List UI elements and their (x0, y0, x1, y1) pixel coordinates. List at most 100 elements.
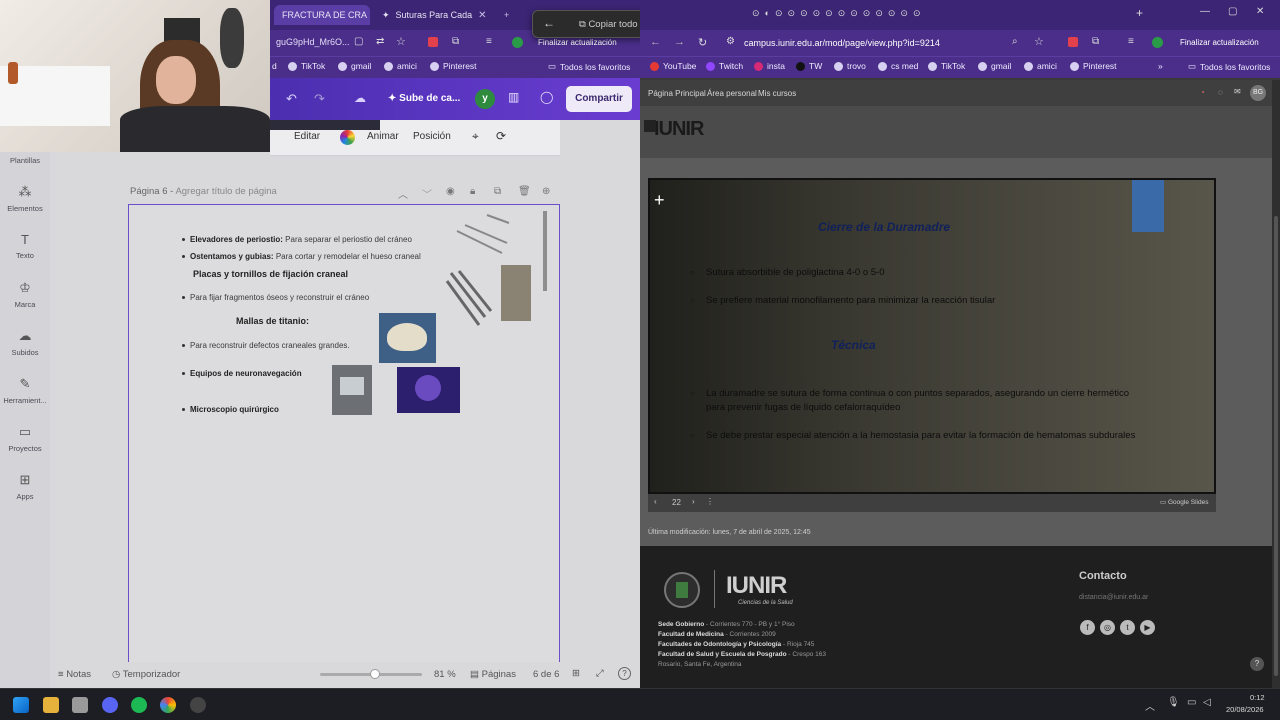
duplicate-icon[interactable]: ⧉ (494, 186, 501, 197)
page-scrollbar[interactable] (1272, 80, 1280, 688)
back-arrow-icon[interactable]: ← (543, 16, 555, 30)
new-tab-button[interactable]: + (1136, 6, 1143, 20)
nav-personal-area[interactable]: Área personal (707, 89, 757, 98)
file-explorer-icon[interactable] (43, 697, 59, 713)
more-bookmarks-icon[interactable]: » (1158, 61, 1163, 71)
messages-icon[interactable]: ◌ (1218, 88, 1223, 97)
comment-icon[interactable]: ◯ (540, 90, 553, 104)
maximize-button[interactable]: ▢ (1228, 6, 1237, 17)
share-button[interactable]: Compartir (566, 86, 632, 112)
nav-my-courses[interactable]: Mis cursos (758, 89, 796, 98)
next-slide-icon[interactable]: › (692, 497, 695, 506)
bookmark-pinterest[interactable]: Pinterest (1070, 61, 1117, 71)
sidebar-item-tools[interactable]: ✎ Herramient... (0, 376, 50, 405)
extensions-puzzle-icon[interactable]: ⧉ (452, 36, 459, 47)
obs-icon[interactable] (190, 697, 206, 713)
paint-format-icon[interactable]: ⌖ (472, 129, 479, 144)
bookmark-trovo[interactable]: trovo (834, 61, 866, 71)
timer-button[interactable]: ◷ Temporizador (112, 669, 180, 680)
sidebar-item-brand[interactable]: ♔ Marca (0, 280, 50, 309)
star-icon[interactable]: ☆ (396, 35, 406, 48)
page-title-input[interactable]: Agregar título de página (175, 186, 276, 197)
bookmark-tw[interactable]: TW (796, 61, 822, 71)
store-icon[interactable] (72, 697, 88, 713)
redo-icon[interactable]: ↷ (314, 91, 325, 107)
tray-chevron-icon[interactable]: ︿ (1145, 698, 1155, 713)
save-status[interactable]: ✦ Sube de ca... (388, 93, 460, 104)
eye-icon[interactable]: ◉ (446, 186, 455, 197)
bookmark-tiktok[interactable]: TikTok (288, 61, 325, 71)
profile-avatar[interactable] (1152, 37, 1163, 48)
pages-button[interactable]: ▤ Páginas (470, 669, 516, 680)
update-button[interactable]: Finalizar actualización (1180, 38, 1259, 47)
site-info-icon[interactable]: ⚙ (726, 36, 735, 47)
bookmark-amici[interactable]: amici (1024, 61, 1057, 71)
color-wheel-icon[interactable] (340, 130, 355, 145)
extension-icon[interactable] (428, 37, 438, 47)
chevron-up-icon[interactable]: ︿ (398, 186, 408, 201)
reading-list-icon[interactable]: ≡ (486, 36, 492, 47)
sidebar-item-apps[interactable]: ⊞ Apps (0, 472, 50, 501)
sidebar-item-projects[interactable]: ▭ Proyectos (0, 424, 50, 453)
clock-date[interactable]: 20/08/2026 (1226, 705, 1264, 714)
profile-avatar[interactable] (512, 37, 523, 48)
zoom-level[interactable]: 81 % (434, 669, 456, 680)
notification-bell-icon[interactable]: ◔ (1200, 88, 1205, 97)
gouge-image[interactable] (501, 265, 531, 321)
neuronavigation-image[interactable] (332, 365, 372, 415)
slide-canvas[interactable]: Elevadores de periostio: Para separar el… (128, 204, 560, 664)
bookmark-pinterest[interactable]: Pinterest (430, 61, 477, 71)
reload-icon[interactable]: ↻ (698, 36, 707, 49)
nav-home[interactable]: Página Principal (648, 89, 706, 98)
bookmark-insta[interactable]: insta (754, 61, 785, 71)
scrollbar-thumb[interactable] (1274, 216, 1278, 676)
zoom-icon[interactable]: ⌕ (1012, 36, 1018, 47)
back-icon[interactable]: ← (650, 36, 661, 48)
cloud-save-icon[interactable]: ☁ (354, 91, 366, 105)
translate-icon[interactable]: ⇄ (376, 36, 384, 47)
microscope-image[interactable] (397, 367, 460, 413)
iunir-logo[interactable]: IUNIR (654, 118, 704, 141)
facebook-icon[interactable]: f (1080, 620, 1095, 635)
youtube-icon[interactable]: ▶ (1140, 620, 1155, 635)
user-avatar[interactable]: BG (1250, 85, 1266, 101)
fullscreen-icon[interactable]: ⤢ (596, 668, 604, 679)
grid-view-icon[interactable]: ⊞ (572, 668, 580, 679)
lock-icon[interactable]: 🔒︎ (470, 186, 475, 197)
url-input[interactable]: campus.iunir.edu.ar/mod/page/view.php?id… (744, 38, 940, 48)
instruments-image[interactable] (447, 211, 517, 261)
page-info-icon[interactable]: ▢ (354, 36, 363, 47)
google-slides-link[interactable]: ▭ Google Slides (1160, 498, 1208, 506)
network-icon[interactable]: ▭ (1187, 697, 1196, 708)
sidebar-item-elements[interactable]: ⁂ Elementos (0, 184, 50, 213)
minimize-button[interactable]: — (1200, 6, 1210, 17)
extension-icon[interactable] (1068, 37, 1078, 47)
prev-slide-icon[interactable]: ‹ (654, 497, 657, 506)
trash-icon[interactable]: 🗑︎ (518, 186, 531, 197)
update-button[interactable]: Finalizar actualización (538, 38, 617, 47)
bookmark-youtube[interactable]: YouTube (650, 61, 696, 71)
help-icon[interactable]: ? (618, 667, 631, 680)
spotify-icon[interactable] (131, 697, 147, 713)
zoom-slider-handle[interactable] (370, 669, 380, 679)
all-bookmarks[interactable]: ▭ Todos los favoritos (1188, 61, 1270, 72)
instagram-icon[interactable]: ◎ (1100, 620, 1115, 635)
twitter-icon[interactable]: t (1120, 620, 1135, 635)
tab-fractura[interactable]: FRACTURA DE CRA ✕ (274, 5, 370, 25)
volume-icon[interactable]: ◁ (1203, 697, 1211, 708)
bookmark-partial[interactable]: d (272, 61, 277, 71)
user-avatar[interactable]: y (475, 89, 495, 109)
tab-suturas[interactable]: ✦ Suturas Para Cada ✕ (374, 5, 494, 25)
bookmark-gmail[interactable]: gmail (338, 61, 371, 71)
zoom-slider[interactable] (320, 669, 422, 679)
new-tab-button[interactable]: + (496, 5, 517, 25)
slide-menu-icon[interactable]: ⋮ (706, 497, 714, 506)
bookmark-csmed[interactable]: cs med (878, 61, 918, 71)
titanium-mesh-image[interactable] (379, 313, 436, 363)
elevators-image[interactable] (445, 267, 497, 329)
bookmark-gmail[interactable]: gmail (978, 61, 1011, 71)
windows-start-icon[interactable] (13, 697, 29, 713)
contact-email-link[interactable]: distancia@iunir.edu.ar (1079, 594, 1148, 601)
microphone-icon[interactable]: 🎙︎ (1167, 697, 1180, 708)
refresh-icon[interactable]: ⟳ (496, 129, 506, 143)
